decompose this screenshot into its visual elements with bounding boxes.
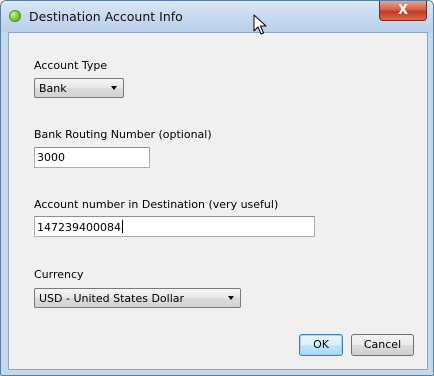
- app-icon: [9, 10, 21, 22]
- ok-button[interactable]: OK: [299, 334, 343, 356]
- close-button[interactable]: X: [379, 1, 427, 21]
- currency-select[interactable]: USD - United States Dollar: [34, 288, 241, 308]
- routing-number-label: Bank Routing Number (optional): [34, 128, 212, 141]
- mouse-pointer-icon: [253, 14, 267, 35]
- chevron-down-icon: [228, 296, 234, 300]
- dialog-window: Destination Account Info X Account Type …: [0, 0, 434, 376]
- window-title: Destination Account Info: [29, 9, 183, 24]
- dialog-content: Account Type Bank Bank Routing Number (o…: [8, 32, 428, 370]
- account-type-select[interactable]: Bank: [34, 78, 124, 98]
- currency-label: Currency: [34, 268, 84, 281]
- routing-number-value: 3000: [37, 151, 65, 164]
- close-icon: X: [397, 3, 409, 18]
- text-caret: [121, 220, 123, 233]
- title-bar[interactable]: Destination Account Info X: [1, 1, 433, 32]
- account-number-value: 147239400084: [37, 221, 121, 234]
- cancel-button[interactable]: Cancel: [351, 334, 414, 356]
- account-number-input[interactable]: 147239400084: [34, 216, 315, 237]
- currency-value: USD - United States Dollar: [39, 292, 185, 305]
- account-number-label: Account number in Destination (very usef…: [34, 198, 279, 211]
- chevron-down-icon: [111, 86, 117, 90]
- account-type-value: Bank: [39, 82, 67, 95]
- routing-number-input[interactable]: 3000: [34, 147, 150, 168]
- account-type-label: Account Type: [34, 59, 108, 72]
